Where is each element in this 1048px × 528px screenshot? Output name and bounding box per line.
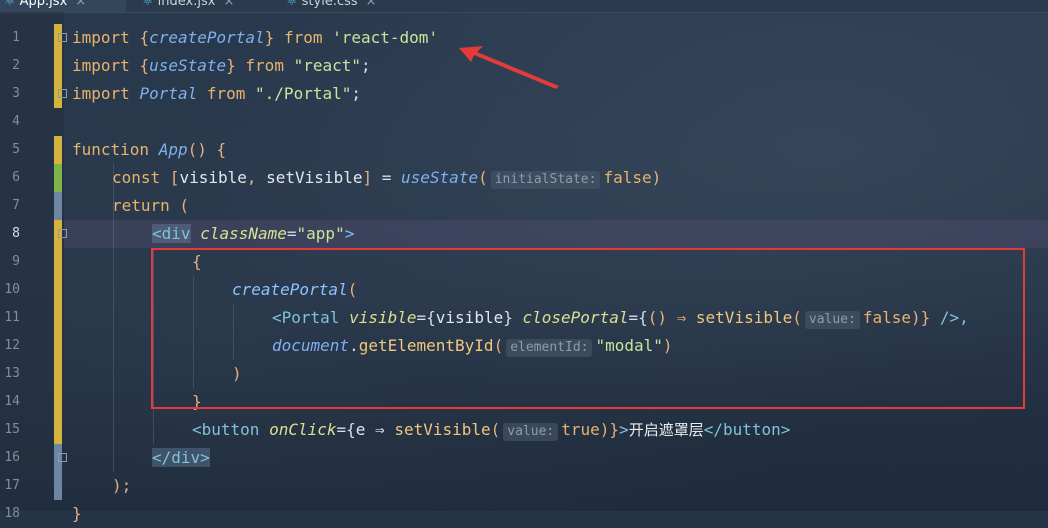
react-icon: ⚛: [142, 0, 154, 9]
tab-label: App.jsx: [19, 0, 68, 9]
line-number: 17: [4, 478, 20, 493]
close-icon[interactable]: ×: [75, 0, 86, 9]
close-icon[interactable]: ×: [366, 0, 377, 9]
line-number: 11: [4, 310, 20, 325]
red-highlight-box: [151, 248, 1025, 409]
added-change-bar: [54, 164, 62, 192]
code-line-8: <div className="app">: [152, 224, 355, 243]
line-number: 18: [4, 506, 20, 521]
line-number: 5: [12, 142, 20, 157]
close-icon[interactable]: ×: [223, 0, 234, 9]
fold-icon[interactable]: [58, 229, 67, 238]
line-number: 13: [4, 366, 20, 381]
tab-index-jsx[interactable]: ⚛ index.jsx ×: [138, 0, 270, 12]
tab-label: index.jsx: [157, 0, 216, 9]
change-bar: [54, 192, 62, 220]
code-line-5: function App() {: [72, 140, 227, 159]
code-line-6: const [visible, setVisible] = useState(i…: [112, 168, 662, 189]
editor-tab-bar: ⚛ App.jsx × ⚛ index.jsx × ⚛ style.css ×: [0, 0, 1048, 13]
fold-icon[interactable]: [58, 453, 67, 462]
code-line-16: </div>: [152, 448, 210, 467]
line-number: 16: [4, 450, 20, 465]
code-line-1: import {createPortal} from 'react-dom': [72, 28, 439, 47]
tab-label: style.css: [301, 0, 358, 9]
parameter-hint: initialState:: [490, 171, 601, 189]
code-line-17: );: [112, 476, 132, 495]
line-number: 9: [12, 254, 20, 269]
line-number: 6: [12, 170, 20, 185]
css-icon: ⚛: [286, 0, 298, 9]
fold-icon[interactable]: [58, 33, 67, 42]
code-line-3: import Portal from "./Portal";: [72, 84, 361, 103]
line-number: 10: [4, 282, 20, 297]
line-number-current: 8: [12, 226, 20, 241]
line-number: 12: [4, 338, 20, 353]
react-icon: ⚛: [4, 0, 16, 9]
line-number: 15: [4, 422, 20, 437]
line-number: 4: [12, 114, 20, 129]
line-number: 1: [12, 30, 20, 45]
arrow-shape: [459, 46, 559, 89]
code-line-2: import {useState} from "react";: [72, 56, 371, 75]
line-number: 3: [12, 86, 20, 101]
code-line-18: }: [72, 504, 82, 523]
line-number: 2: [12, 58, 20, 73]
parameter-hint: value:: [503, 423, 559, 441]
tab-app-jsx[interactable]: ⚛ App.jsx ×: [0, 0, 126, 12]
code-line-15: <button onClick={e ⇒ setVisible(value: tr…: [192, 420, 791, 441]
code-line-7: return (: [112, 196, 190, 215]
red-arrow-annotation: [459, 46, 559, 89]
tab-style-css[interactable]: ⚛ style.css ×: [282, 0, 416, 12]
fold-icon[interactable]: [58, 89, 67, 98]
line-number: 7: [12, 198, 20, 213]
modified-change-bar: [54, 136, 62, 164]
modified-change-bar: [54, 220, 62, 444]
line-number: 14: [4, 394, 20, 409]
